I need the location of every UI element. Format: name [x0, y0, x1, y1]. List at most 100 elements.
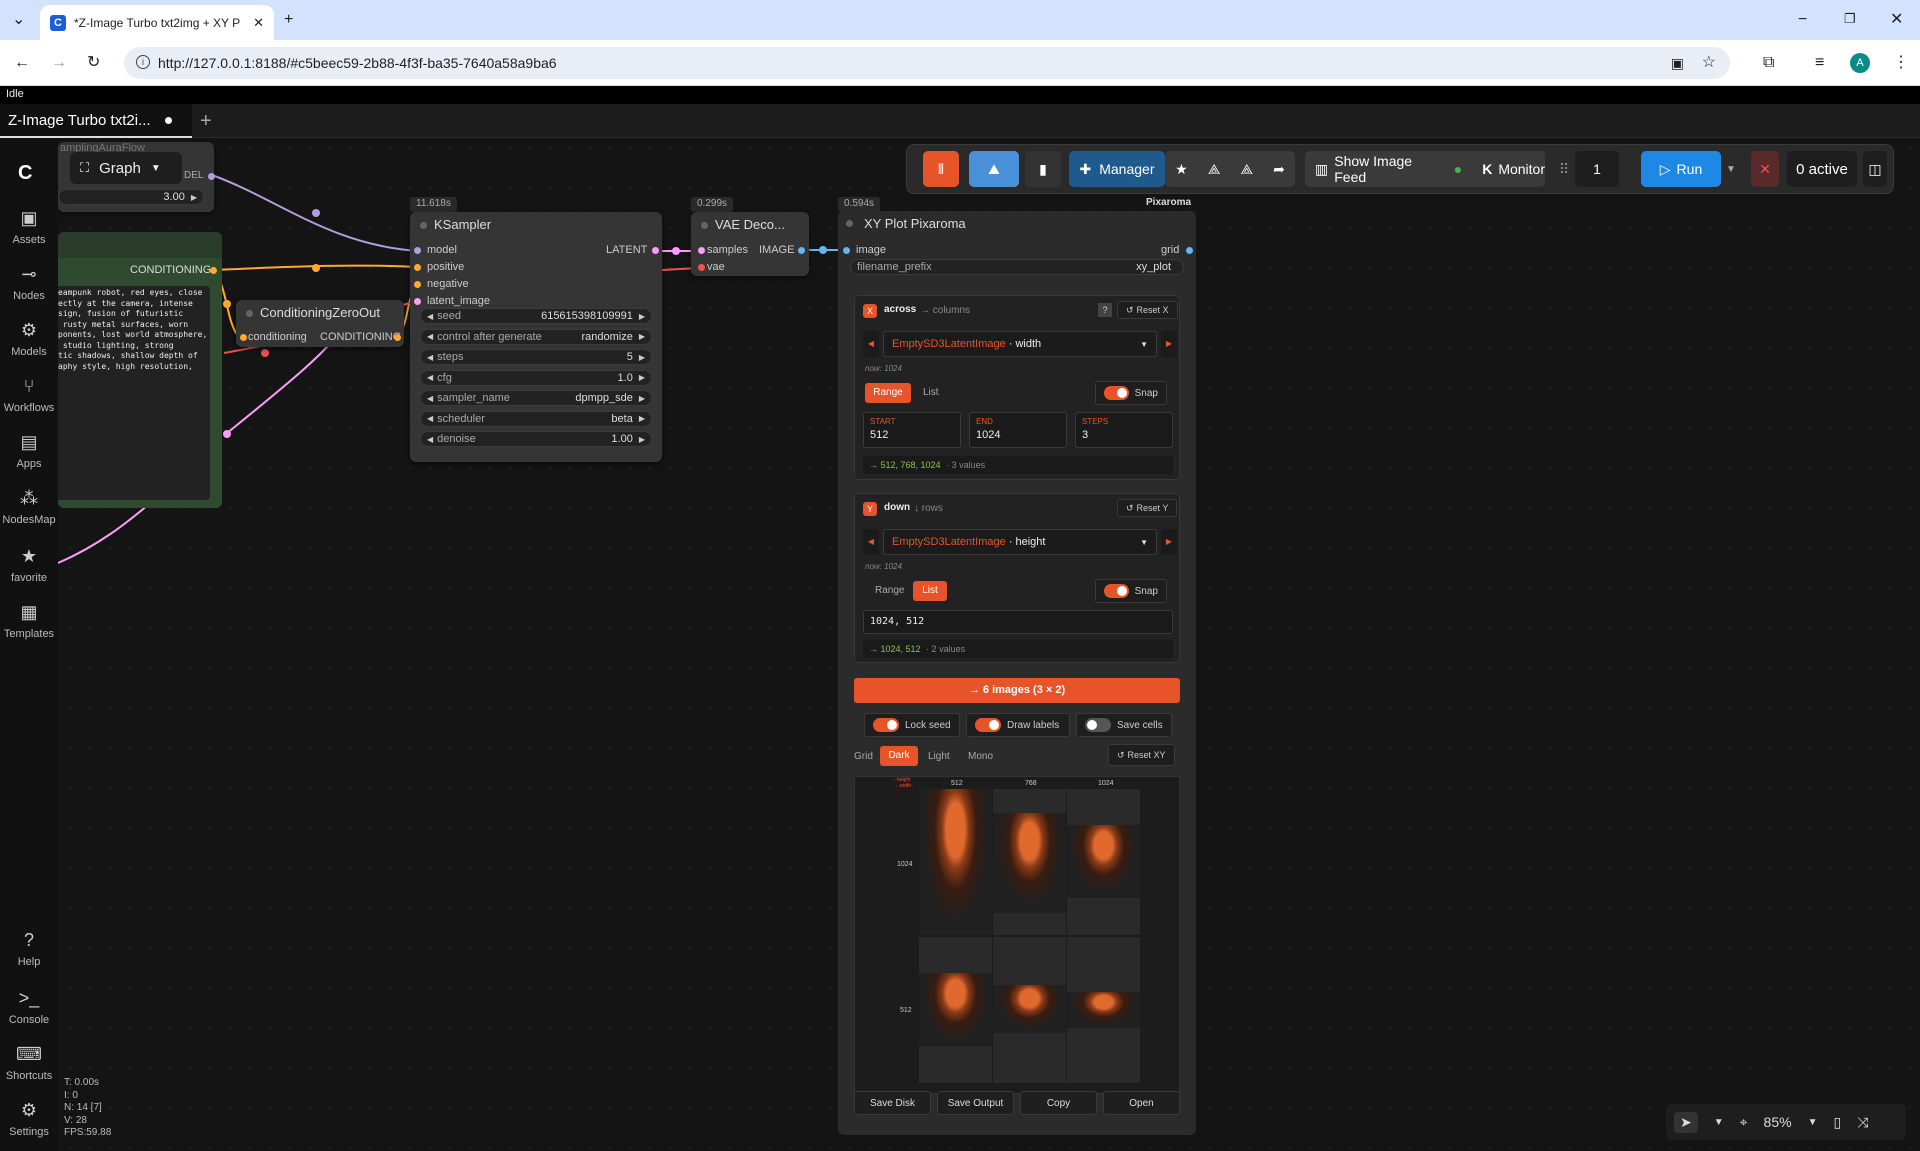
cell-768x1024[interactable] — [993, 789, 1066, 935]
decrement-arrow-icon[interactable]: ◀ — [427, 353, 433, 362]
increment-arrow-icon[interactable]: ▶ — [639, 312, 645, 321]
prompt-textarea[interactable]: eampunk robot, red eyes, close ectly at … — [58, 286, 210, 500]
drag-handle-icon[interactable]: ⠿ — [1557, 151, 1571, 187]
queue-count-input[interactable]: 1 — [1575, 151, 1619, 187]
xy-plot-node[interactable]: XY Plot Pixaroma image grid filename_pre… — [838, 211, 1196, 1135]
comfy-logo-icon[interactable]: C — [18, 162, 32, 185]
zero-input-slot[interactable] — [240, 334, 247, 341]
y-snap-toggle[interactable]: Snap — [1095, 579, 1167, 603]
image-feed-group[interactable]: ▥ Show Image Feed ● K Monitor — [1305, 151, 1545, 187]
sidebar-item-apps[interactable]: ▤ Apps — [0, 432, 58, 470]
ksampler-widget-scheduler[interactable]: ◀ scheduler beta ▶ — [420, 410, 652, 427]
active-queue-badge[interactable]: 0 active — [1787, 151, 1857, 187]
zoom-chevron-icon[interactable]: ▼ — [1808, 1117, 1818, 1128]
star-icon[interactable]: ★ — [1175, 161, 1188, 178]
save-cells-toggle[interactable]: Save cells — [1076, 713, 1172, 737]
sidebar-item-templates[interactable]: ▦ Templates — [0, 602, 58, 640]
copy-button[interactable]: Copy — [1020, 1091, 1097, 1115]
y-prev-arrow-icon[interactable]: ◀ — [863, 529, 879, 555]
ksampler-widget-control-after-generate[interactable]: ◀ control after generate randomize ▶ — [420, 328, 652, 345]
y-list-tab[interactable]: List — [913, 581, 947, 601]
reset-xy-button[interactable]: ↺ Reset XY — [1108, 744, 1175, 766]
sidebar-item-console[interactable]: >_ Console — [0, 988, 58, 1026]
y-list-input[interactable]: 1024, 512 — [863, 610, 1173, 634]
save-output-button[interactable]: Save Output — [937, 1091, 1014, 1115]
draw-labels-switch[interactable] — [975, 718, 1001, 732]
increment-arrow-icon[interactable]: ▶ — [639, 353, 645, 362]
sidebar-item-workflows[interactable]: ⑂ Workflows — [0, 376, 58, 414]
triangle-icon[interactable]: ⟁ — [1208, 161, 1221, 178]
ksampler-widget-steps[interactable]: ◀ steps 5 ▶ — [420, 349, 652, 365]
x-snap-toggle[interactable]: Snap — [1095, 381, 1167, 405]
cell-768x512[interactable] — [993, 937, 1066, 1083]
latent-output-slot[interactable] — [652, 247, 659, 254]
increment-arrow-icon[interactable]: ▶ — [639, 394, 645, 403]
lock-seed-toggle[interactable]: Lock seed — [864, 713, 960, 737]
zoom-level[interactable]: 85% — [1764, 1114, 1792, 1130]
save-cells-switch[interactable] — [1085, 718, 1111, 732]
x-target-select[interactable]: EmptySD3LatentImage · width ▼ — [883, 331, 1157, 357]
samples-input-slot[interactable] — [698, 247, 705, 254]
x-prev-arrow-icon[interactable]: ◀ — [863, 331, 879, 357]
sidebar-item-favorite[interactable]: ★ favorite — [0, 546, 58, 584]
increment-arrow-icon[interactable]: ▶ — [639, 414, 645, 423]
save-disk-button[interactable]: Save Disk — [854, 1091, 931, 1115]
grid-output-slot[interactable] — [1186, 247, 1193, 254]
positive-input-slot[interactable] — [414, 264, 421, 271]
theme-mono-button[interactable]: Mono — [968, 751, 993, 762]
vae-decode-node[interactable]: VAE Deco... samples vae IMAGE — [691, 212, 809, 276]
increment-arrow-icon[interactable]: ▶ — [639, 373, 645, 382]
latent-input-slot[interactable] — [414, 298, 421, 305]
cell-1024x1024[interactable] — [1067, 789, 1140, 935]
ksampler-widget-seed[interactable]: ◀ seed 615615398109991 ▶ — [420, 308, 652, 324]
increment-arrow-icon[interactable]: ▶ — [191, 193, 197, 202]
y-target-select[interactable]: EmptySD3LatentImage · height ▼ — [883, 529, 1157, 555]
y-range-tab[interactable]: Range — [875, 585, 904, 596]
ksampler-widget-cfg[interactable]: ◀ cfg 1.0 ▶ — [420, 369, 652, 386]
y-next-arrow-icon[interactable]: ▶ — [1161, 529, 1177, 555]
negative-input-slot[interactable] — [414, 281, 421, 288]
xy-collapse-dot-icon[interactable] — [846, 220, 853, 227]
ksampler-node[interactable]: KSampler model positive negative latent_… — [410, 212, 662, 462]
images-count-banner[interactable]: → 6 images (3 × 2) — [854, 678, 1180, 703]
open-button[interactable]: Open — [1103, 1091, 1180, 1115]
conditioning-zero-out-node[interactable]: ConditioningZeroOut conditioning CONDITI… — [236, 300, 404, 347]
manager-button[interactable]: ✚ Manager — [1069, 151, 1165, 187]
toggle-panel-icon[interactable]: ◫ — [1863, 151, 1887, 187]
sidebar-item-help[interactable]: ? Help — [0, 930, 58, 968]
sidebar-item-shortcuts[interactable]: ⌨ Shortcuts — [0, 1044, 58, 1082]
sidebar-item-settings[interactable]: ⚙ Settings — [0, 1100, 58, 1138]
cancel-button[interactable]: ✕ — [1751, 151, 1779, 187]
image-input-slot[interactable] — [843, 247, 850, 254]
triangle-alt-icon[interactable]: ⟁ — [1240, 161, 1253, 178]
pixaroma-button[interactable]: ⦀ — [923, 151, 959, 187]
hide-links-icon[interactable]: ⤨ — [1857, 1114, 1868, 1131]
model-input-slot[interactable] — [414, 247, 421, 254]
sidebar-item-assets[interactable]: ▣ Assets — [0, 208, 58, 246]
reset-x-button[interactable]: ↺ Reset X — [1117, 301, 1178, 319]
share-icon[interactable]: ➦ — [1273, 161, 1285, 178]
decrement-arrow-icon[interactable]: ◀ — [427, 373, 433, 382]
ksampler-widget-sampler-name[interactable]: ◀ sampler_name dpmpp_sde ▶ — [420, 390, 652, 406]
theme-dark-button[interactable]: Dark — [880, 746, 918, 766]
conditioning-output-slot[interactable] — [210, 267, 217, 274]
run-button[interactable]: ▷ Run — [1641, 151, 1721, 187]
end-input[interactable]: END 1024 — [969, 412, 1067, 448]
bookmark-button[interactable]: ▮ — [1025, 151, 1061, 187]
increment-arrow-icon[interactable]: ▶ — [639, 332, 645, 341]
ksampler-widget-denoise[interactable]: ◀ denoise 1.00 ▶ — [420, 431, 652, 447]
decrement-arrow-icon[interactable]: ◀ — [427, 394, 433, 403]
decrement-arrow-icon[interactable]: ◀ — [427, 312, 433, 321]
run-options-chevron-icon[interactable]: ▼ — [1721, 151, 1741, 187]
manager-quick-actions[interactable]: ★ ⟁ ⟁ ➦ — [1165, 151, 1295, 187]
sidebar-item-nodesmap[interactable]: ⁂ NodesMap — [0, 488, 58, 526]
sidebar-item-nodes[interactable]: ⊸ Nodes — [0, 264, 58, 302]
image-output-slot[interactable] — [798, 247, 805, 254]
vae-input-slot[interactable] — [698, 264, 705, 271]
draw-labels-toggle[interactable]: Draw labels — [966, 713, 1070, 737]
positive-prompt-node[interactable]: CONDITIONING eampunk robot, red eyes, cl… — [58, 232, 222, 508]
start-input[interactable]: START 512 — [863, 412, 961, 448]
increment-arrow-icon[interactable]: ▶ — [639, 435, 645, 444]
zero-output-slot[interactable] — [394, 334, 401, 341]
x-snap-switch[interactable] — [1104, 386, 1129, 400]
